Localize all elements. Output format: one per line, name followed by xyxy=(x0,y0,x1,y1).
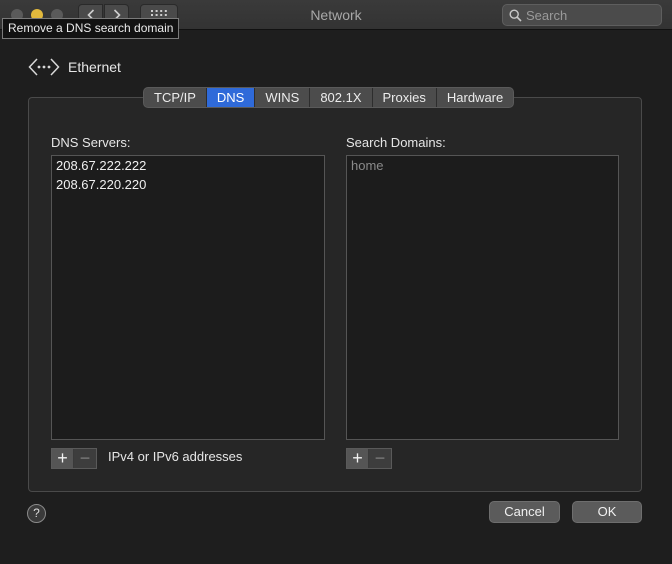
tooltip: Remove a DNS search domain xyxy=(2,18,180,39)
interface-header: Ethernet xyxy=(28,57,121,77)
tab-tcpip[interactable]: TCP/IP xyxy=(144,88,206,107)
dns-servers-label: DNS Servers: xyxy=(51,135,131,150)
ok-button[interactable]: OK xyxy=(572,501,642,523)
dns-hint: IPv4 or IPv6 addresses xyxy=(108,449,243,464)
dns-servers-list[interactable]: 208.67.222.222 208.67.220.220 xyxy=(51,155,325,440)
tab-8021x[interactable]: 802.1X xyxy=(309,88,371,107)
search-icon xyxy=(509,8,522,22)
search-input[interactable] xyxy=(526,7,651,23)
tab-proxies[interactable]: Proxies xyxy=(371,88,436,107)
list-item[interactable]: 208.67.220.220 xyxy=(52,175,324,194)
dns-add-remove-control: + − xyxy=(51,448,97,469)
search-domains-label: Search Domains: xyxy=(346,135,446,150)
search-domains-add-remove-control: + − xyxy=(346,448,392,469)
list-item[interactable]: 208.67.222.222 xyxy=(52,156,324,175)
remove-dns-server-button[interactable]: − xyxy=(74,449,96,468)
help-button[interactable]: ? xyxy=(27,504,46,523)
list-item[interactable]: home xyxy=(347,156,618,175)
search-domains-list[interactable]: home xyxy=(346,155,619,440)
tab-hardware[interactable]: Hardware xyxy=(435,88,513,107)
tab-bar: TCP/IP DNS WINS 802.1X Proxies Hardware xyxy=(143,87,515,108)
tab-dns[interactable]: DNS xyxy=(205,88,255,107)
search-field[interactable] xyxy=(502,4,662,26)
add-dns-server-button[interactable]: + xyxy=(52,449,74,468)
ethernet-icon xyxy=(28,58,60,76)
cancel-button[interactable]: Cancel xyxy=(489,501,560,523)
remove-search-domain-button[interactable]: − xyxy=(369,449,391,468)
add-search-domain-button[interactable]: + xyxy=(347,449,369,468)
tab-wins[interactable]: WINS xyxy=(254,88,309,107)
interface-name: Ethernet xyxy=(68,59,121,75)
